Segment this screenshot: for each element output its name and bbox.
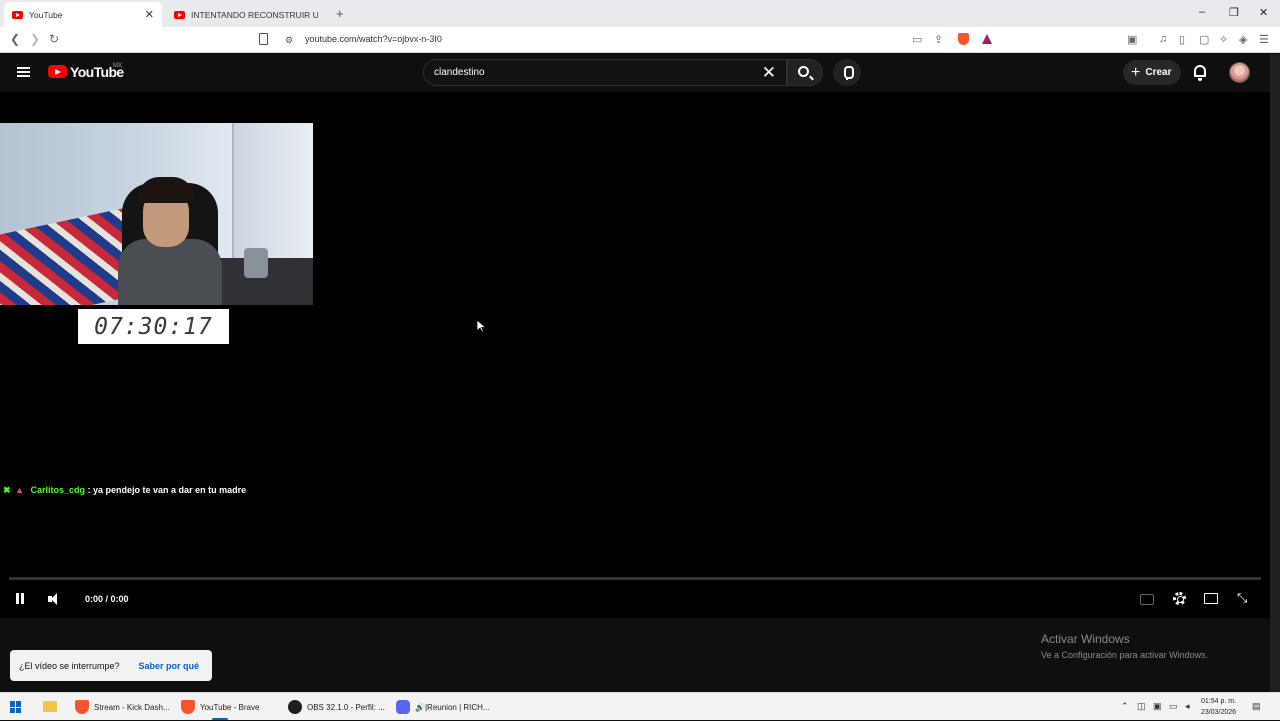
subtitles-icon[interactable]: [1140, 594, 1154, 605]
file-explorer-icon[interactable]: [43, 701, 57, 712]
tray-app-icon[interactable]: ◫: [1137, 701, 1146, 712]
taskbar-app-discord[interactable]: 🔊|Reunion | RICH...: [396, 693, 490, 721]
learn-why-link[interactable]: Saber por qué: [139, 661, 200, 671]
playback-help-toast: ¿El vídeo se interrumpe? Saber por qué: [10, 650, 212, 681]
leo-icon[interactable]: ✧: [1219, 33, 1228, 46]
reload-icon[interactable]: ↻: [49, 32, 59, 46]
tray-overflow-icon[interactable]: ⌃: [1121, 701, 1129, 712]
discord-icon: [396, 700, 410, 714]
network-icon[interactable]: ▭: [1169, 701, 1178, 712]
time-display: 0:00 / 0:00: [85, 594, 129, 604]
person-shirt: [118, 239, 222, 305]
notifications-icon[interactable]: ▤: [1252, 701, 1261, 712]
menu-icon[interactable]: ☰: [1259, 33, 1269, 46]
windows-taskbar: Stream - Kick Dash... YouTube - Brave OB…: [0, 692, 1280, 720]
tab-title: INTENTANDO RECONSTRUIR UN BU: [191, 9, 318, 20]
kick-badge-icon: ✖: [3, 485, 11, 495]
chat-username: Carlitos_cdg: [30, 485, 86, 495]
clear-search-icon[interactable]: ✕: [762, 63, 776, 83]
brave-icon: [75, 700, 89, 714]
cast-icon[interactable]: ▭: [912, 33, 922, 46]
back-icon[interactable]: ❮: [10, 32, 20, 46]
hamburger-menu-icon[interactable]: [17, 67, 30, 77]
taskbar-app-label: YouTube - Brave: [200, 702, 260, 712]
windows-start-icon[interactable]: [10, 701, 22, 713]
notifications-bell-icon[interactable]: [1194, 65, 1206, 81]
windows-activation-watermark: Activar Windows Ve a Configuración para …: [1041, 632, 1208, 660]
tab-youtube[interactable]: YouTube ✕: [4, 2, 162, 27]
minimize-button[interactable]: –: [1199, 6, 1205, 18]
brave-shield-icon[interactable]: [958, 33, 969, 45]
sidebar-icon[interactable]: ▯: [1179, 33, 1185, 46]
url-field[interactable]: youtube.com/watch?v=ojbvx-n-3I0: [305, 34, 442, 44]
tray-app-icon[interactable]: ▣: [1153, 701, 1162, 712]
forward-icon[interactable]: ❯: [30, 32, 40, 46]
system-clock[interactable]: 01:54 p. m. 23/03/2026: [1201, 696, 1236, 718]
youtube-favicon-icon: [12, 10, 23, 19]
video-player[interactable]: 07:30:17 ✖ ▲ Carlitos_cdg : ya pendejo t…: [0, 92, 1270, 618]
tab-title: YouTube: [29, 9, 63, 20]
tab-close-icon[interactable]: ✕: [145, 8, 154, 21]
restore-button[interactable]: ❐: [1229, 6, 1239, 19]
taskbar-app-kick[interactable]: Stream - Kick Dash...: [75, 693, 170, 721]
timer-overlay: 07:30:17: [78, 309, 229, 344]
address-bar: ❮ ❯ ↻ ⚙ youtube.com/watch?v=ojbvx-n-3I0 …: [0, 27, 1280, 81]
settings-gear-icon[interactable]: [1173, 592, 1186, 605]
search-box[interactable]: clandestino ✕: [423, 59, 787, 86]
progress-bar[interactable]: [9, 577, 1261, 580]
create-label: Crear: [1145, 67, 1172, 78]
obs-icon: [288, 700, 302, 714]
lamp: [244, 248, 268, 278]
youtube-logo-icon[interactable]: [48, 65, 67, 78]
bookmark-icon[interactable]: [259, 33, 268, 45]
chat-badge-icon: ▲: [15, 485, 24, 495]
plus-icon: +: [1131, 63, 1141, 81]
chat-text: : ya pendejo te van a dar en tu madre: [87, 485, 247, 495]
country-code: MX: [113, 63, 122, 69]
theater-mode-icon[interactable]: [1204, 593, 1218, 604]
avatar[interactable]: [1229, 62, 1250, 83]
taskbar-app-obs[interactable]: OBS 32.1.0 - Perfil: ...: [288, 693, 385, 721]
share-icon[interactable]: ⇪: [934, 33, 943, 46]
search-input[interactable]: clandestino: [434, 67, 485, 78]
vpn-icon[interactable]: ◈: [1239, 33, 1247, 46]
search-icon: [798, 66, 809, 77]
taskbar-app-label: OBS 32.1.0 - Perfil: ...: [307, 702, 385, 712]
brave-rewards-icon[interactable]: [982, 34, 992, 44]
site-info-icon[interactable]: ⚙: [285, 35, 293, 46]
browser-tabstrip: YouTube ✕ INTENTANDO RECONSTRUIR UN BU +…: [0, 0, 1280, 27]
speaker-icon[interactable]: ◂: [1185, 701, 1190, 712]
watermark-subtitle: Ve a Configuración para activar Windows.: [1041, 650, 1209, 660]
person-hair: [138, 177, 194, 203]
clock-time: 01:54 p. m.: [1201, 698, 1237, 705]
toast-question: ¿El vídeo se interrumpe?: [19, 660, 120, 671]
taskbar-app-label: 🔊|Reunion | RICH...: [415, 702, 490, 712]
tab-video[interactable]: INTENTANDO RECONSTRUIR UN BU: [166, 2, 326, 27]
tab-search-icon[interactable]: ▣: [1127, 33, 1137, 46]
pause-icon[interactable]: [15, 591, 26, 607]
page-scrollbar[interactable]: [1270, 54, 1280, 692]
close-window-button[interactable]: ✕: [1259, 6, 1268, 19]
voice-search-icon[interactable]: [833, 59, 861, 86]
chat-message-overlay: ✖ ▲ Carlitos_cdg : ya pendejo te van a d…: [3, 485, 246, 496]
taskbar-app-label: Stream - Kick Dash...: [94, 702, 170, 712]
webcam-overlay: [0, 123, 313, 305]
brave-icon: [181, 700, 195, 714]
create-button[interactable]: + Crear: [1123, 60, 1181, 85]
clock-date: 23/03/2026: [1201, 709, 1237, 716]
youtube-header: YouTube MX clandestino ✕ + Crear: [0, 54, 1270, 92]
youtube-favicon-icon: [174, 10, 185, 19]
fullscreen-icon[interactable]: ⤡: [1237, 590, 1247, 606]
watermark-title: Activar Windows: [1041, 632, 1130, 646]
volume-icon[interactable]: [48, 591, 62, 607]
media-icon[interactable]: ♫: [1159, 33, 1167, 45]
new-tab-button[interactable]: +: [336, 6, 344, 21]
taskbar-app-youtube[interactable]: YouTube - Brave: [181, 693, 259, 721]
search-button[interactable]: [787, 59, 823, 86]
wallet-icon[interactable]: ▢: [1199, 33, 1209, 46]
